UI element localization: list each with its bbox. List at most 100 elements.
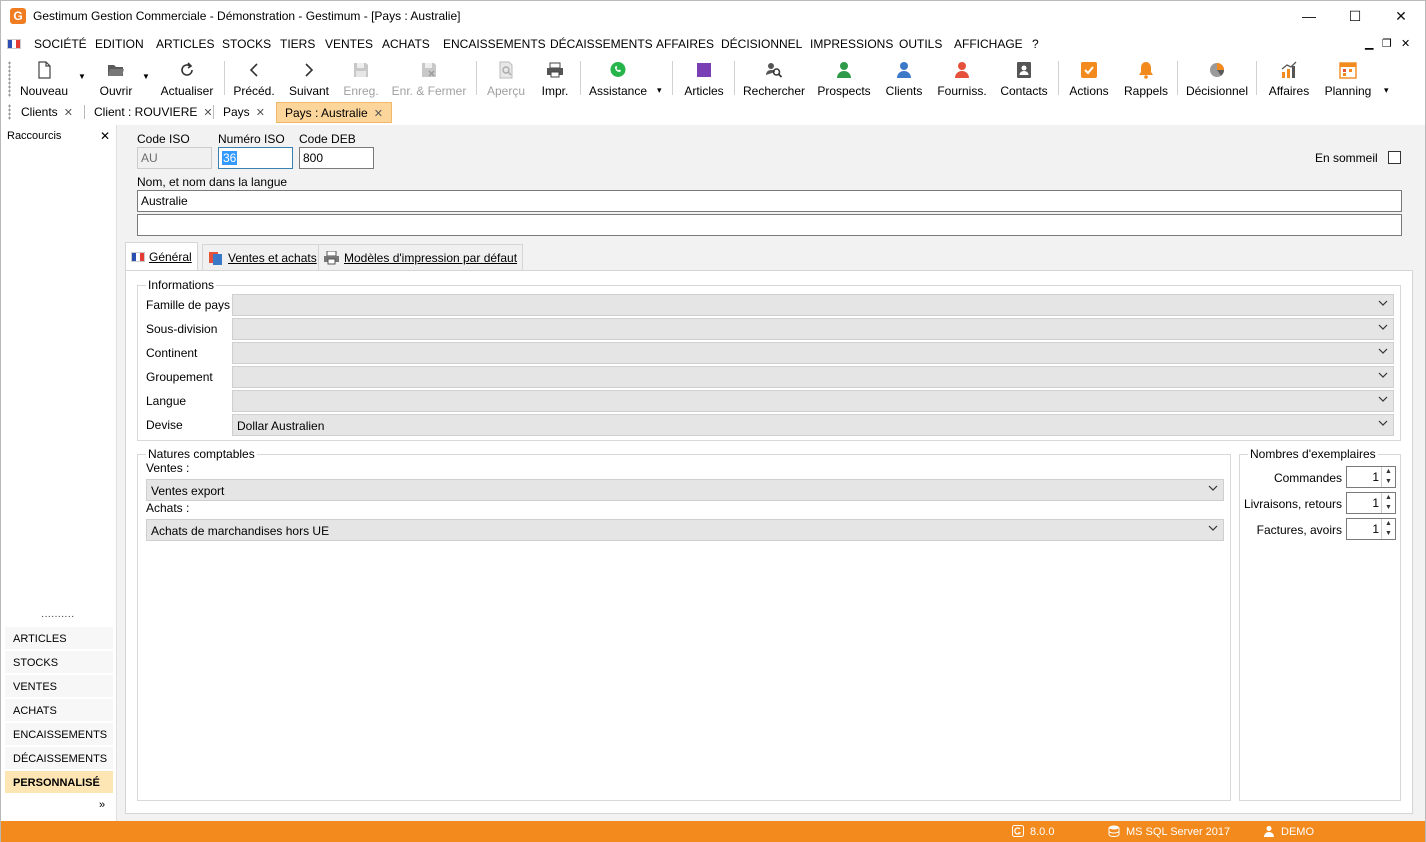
shortcut-decaissements[interactable]: DÉCAISSEMENTS	[5, 747, 113, 770]
articles-button[interactable]: Articles	[681, 59, 727, 99]
menu-articles[interactable]: ARTICLES	[156, 37, 214, 51]
commandes-stepper[interactable]: 1 ▲ ▼	[1346, 466, 1396, 488]
en-sommeil-checkbox[interactable]	[1388, 151, 1401, 164]
ventes-select[interactable]: Ventes export	[146, 479, 1224, 501]
close-panel-icon[interactable]: ✕	[100, 129, 110, 143]
ouvrir-dropdown-icon[interactable]: ▼	[142, 72, 150, 81]
menu-outils[interactable]: OUTILS	[899, 37, 942, 51]
achats-select[interactable]: Achats de marchandises hors UE	[146, 519, 1224, 541]
mdi-restore-button[interactable]: ❐	[1382, 37, 1392, 50]
assistance-button[interactable]: Assistance	[587, 59, 649, 99]
nom-label: Nom, et nom dans la langue	[137, 175, 288, 189]
factures-stepper[interactable]: 1 ▲ ▼	[1346, 518, 1396, 540]
menu-ventes[interactable]: VENTES	[325, 37, 373, 51]
chevron-left-icon	[245, 61, 263, 79]
menu-affichage[interactable]: AFFICHAGE	[954, 37, 1023, 51]
menu-edition[interactable]: EDITION	[95, 37, 144, 51]
toolbar-separator	[476, 61, 477, 95]
maximize-button[interactable]: ☐	[1332, 1, 1378, 32]
rappels-button[interactable]: Rappels	[1121, 59, 1171, 99]
tab-general[interactable]: Général	[125, 242, 198, 270]
cube-icon	[695, 61, 713, 79]
close-window-button[interactable]: ✕	[1378, 1, 1424, 32]
spin-updown-icon[interactable]: ▲ ▼	[1381, 467, 1395, 487]
toolbar: Nouveau ▼ Ouvrir ▼ Actualiser Précéd. Su…	[1, 57, 1425, 101]
tab-pays[interactable]: Pays ✕	[215, 102, 273, 123]
shortcut-ventes[interactable]: VENTES	[5, 675, 113, 698]
actions-button[interactable]: Actions	[1065, 59, 1113, 99]
shortcut-encaissements[interactable]: ENCAISSEMENTS	[5, 723, 113, 746]
numero-iso-field[interactable]: 36	[218, 147, 293, 169]
impr-button[interactable]: Impr.	[537, 59, 573, 99]
menu-decisionnel[interactable]: DÉCISIONNEL	[721, 37, 802, 51]
menu-impressions[interactable]: IMPRESSIONS	[810, 37, 893, 51]
menu-stocks[interactable]: STOCKS	[222, 37, 271, 51]
menu-encaissements[interactable]: ENCAISSEMENTS	[443, 37, 546, 51]
close-tab-icon[interactable]: ✕	[256, 107, 265, 119]
tab-client-rouviere[interactable]: Client : ROUVIERE ✕	[86, 102, 221, 123]
shortcut-achats[interactable]: ACHATS	[5, 699, 113, 722]
devise-select[interactable]: Dollar Australien	[232, 414, 1394, 436]
save-icon	[352, 61, 370, 79]
livraisons-stepper[interactable]: 1 ▲ ▼	[1346, 492, 1396, 514]
nouveau-dropdown-icon[interactable]: ▼	[78, 72, 86, 81]
shortcut-stocks[interactable]: STOCKS	[5, 651, 113, 674]
title-bar: G Gestimum Gestion Commerciale - Démonst…	[1, 1, 1425, 32]
toolbar-grip[interactable]	[8, 61, 11, 97]
tabstrip-grip	[8, 104, 11, 120]
application-window: G Gestimum Gestion Commerciale - Démonst…	[0, 0, 1426, 842]
nom-langue-field[interactable]	[137, 214, 1402, 236]
mdi-close-button[interactable]: ✕	[1401, 37, 1410, 50]
planning-button[interactable]: Planning	[1321, 59, 1375, 99]
menu-decaissements[interactable]: DÉCAISSEMENTS	[550, 37, 653, 51]
prospects-button[interactable]: Prospects	[815, 59, 873, 99]
famille-pays-select[interactable]	[232, 294, 1394, 316]
spin-updown-icon[interactable]: ▲ ▼	[1381, 493, 1395, 513]
menu-affaires[interactable]: AFFAIRES	[656, 37, 714, 51]
menu-help[interactable]: ?	[1032, 37, 1039, 51]
clients-button[interactable]: Clients	[882, 59, 926, 99]
langue-select[interactable]	[232, 390, 1394, 412]
tab-clients[interactable]: Clients ✕	[13, 102, 81, 123]
toolbar-overflow-icon[interactable]: ▾	[657, 85, 662, 96]
nom-field[interactable]: Australie	[137, 190, 1402, 212]
shortcut-personnalise[interactable]: PERSONNALISÉ	[5, 771, 113, 794]
spin-updown-icon[interactable]: ▲ ▼	[1381, 519, 1395, 539]
code-deb-field[interactable]: 800	[299, 147, 374, 169]
sous-division-select[interactable]	[232, 318, 1394, 340]
contacts-button[interactable]: Contacts	[998, 59, 1050, 99]
fourniss-button[interactable]: Fourniss.	[935, 59, 989, 99]
toolbar-overflow-icon[interactable]: ▾	[1384, 85, 1389, 96]
actualiser-button[interactable]: Actualiser	[158, 59, 216, 99]
tab-ventes-achats[interactable]: Ventes et achats	[202, 244, 323, 270]
affaires-button[interactable]: Affaires	[1265, 59, 1313, 99]
groupement-select[interactable]	[232, 366, 1394, 388]
tab-modeles-impression[interactable]: Modèles d'impression par défaut	[318, 244, 524, 270]
shortcuts-panel: Raccourcis ✕ ·········· ARTICLES STOCKS …	[1, 125, 117, 821]
shortcut-articles[interactable]: ARTICLES	[5, 627, 113, 650]
expand-more-icon[interactable]: »	[99, 799, 105, 811]
menu-achats[interactable]: ACHATS	[382, 37, 430, 51]
nouveau-button[interactable]: Nouveau	[17, 59, 71, 99]
rechercher-button[interactable]: Rechercher	[741, 59, 807, 99]
toolbar-separator	[672, 61, 673, 95]
tab-pays-australie[interactable]: Pays : Australie ✕	[276, 102, 392, 123]
close-tab-icon[interactable]: ✕	[374, 108, 383, 120]
decisionnel-button[interactable]: Décisionnel	[1185, 59, 1249, 99]
suivant-button[interactable]: Suivant	[286, 59, 332, 99]
close-tab-icon[interactable]: ✕	[203, 107, 212, 119]
minimize-button[interactable]: —	[1286, 1, 1332, 32]
close-tab-icon[interactable]: ✕	[64, 107, 73, 119]
mdi-minimize-button[interactable]: ▁	[1365, 37, 1373, 50]
panel-splitter[interactable]: ··········	[41, 611, 74, 622]
preced-button[interactable]: Précéd.	[231, 59, 277, 99]
enr-fermer-button[interactable]: Enr. & Fermer	[389, 59, 469, 99]
ouvrir-button[interactable]: Ouvrir	[94, 59, 138, 99]
continent-select[interactable]	[232, 342, 1394, 364]
apercu-button[interactable]: Aperçu	[483, 59, 529, 99]
menu-societe[interactable]: SOCIÉTÉ	[34, 37, 87, 51]
status-bar: 8.0.0 MS SQL Server 2017 DEMO	[1, 821, 1425, 842]
server-status: MS SQL Server 2017	[1108, 825, 1230, 838]
enreg-button[interactable]: Enreg.	[339, 59, 383, 99]
menu-tiers[interactable]: TIERS	[280, 37, 315, 51]
